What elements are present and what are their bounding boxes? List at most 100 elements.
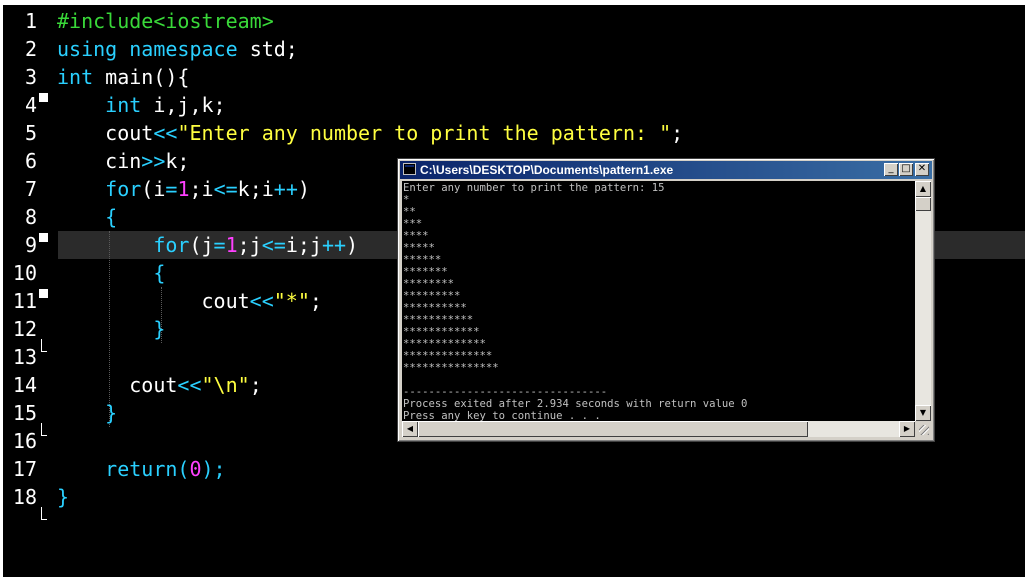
minimize-button[interactable]: _: [884, 163, 898, 176]
console-line: *****: [403, 242, 435, 254]
code-line-15[interactable]: 15 }: [3, 399, 118, 436]
operator: =: [165, 177, 178, 201]
number-literal: 0: [189, 457, 202, 481]
identifier: main(){: [105, 65, 190, 89]
console-separator: --------------------------------: [403, 386, 608, 398]
operator: ++: [321, 233, 347, 257]
horizontal-scrollbar[interactable]: ◀ ▶: [402, 421, 915, 437]
identifier: cout: [105, 121, 154, 145]
console-line: *: [403, 194, 410, 206]
code-line-7[interactable]: 7 for(i=1;i<=k;i++): [3, 175, 310, 203]
code-line-1[interactable]: 1 #include<iostream>: [3, 7, 274, 35]
code-line-18[interactable]: 18}: [3, 483, 70, 520]
punctuation: ): [346, 233, 359, 257]
identifier: k;: [165, 149, 190, 173]
console-line: ****: [403, 230, 429, 242]
code-line-10[interactable]: 10 {: [3, 259, 166, 298]
console-output[interactable]: Enter any number to print the pattern: 1…: [402, 181, 915, 421]
code-line-6[interactable]: 6 cin>>k;: [3, 147, 190, 175]
identifier: i,j,k;: [153, 93, 226, 117]
line-number: 6: [24, 149, 37, 173]
console-line: Enter any number to print the pattern: 1…: [403, 182, 665, 194]
code-line-11[interactable]: 11 cout<<"*";: [3, 287, 322, 315]
console-line: ********: [403, 278, 455, 290]
resize-grip-icon[interactable]: [915, 421, 931, 437]
keyword: for: [105, 177, 142, 201]
console-line: ************: [403, 326, 480, 338]
scroll-down-icon[interactable]: ▼: [915, 405, 931, 421]
line-number: 1: [24, 9, 37, 33]
code-line-13[interactable]: 13: [3, 343, 57, 371]
keyword: namespace: [129, 37, 238, 61]
console-title: C:\Users\DESKTOP\Documents\pattern1.exe: [420, 163, 674, 177]
code-line-17[interactable]: 17 return(0);: [3, 455, 226, 483]
identifier: (i: [141, 177, 166, 201]
code-line-12[interactable]: 12 }: [3, 315, 166, 352]
identifier: ;j: [237, 233, 262, 257]
code-line-14[interactable]: 14 cout<<"\n";: [3, 371, 262, 399]
console-window[interactable]: C:\Users\DESKTOP\Documents\pattern1.exe …: [397, 158, 935, 442]
brace: }: [153, 317, 166, 341]
punctuation: ;: [671, 121, 684, 145]
identifier: (j: [189, 233, 214, 257]
maximize-button[interactable]: □: [899, 163, 913, 176]
string-literal: "Enter any number to print the pattern: …: [177, 121, 672, 145]
identifier: i;j: [285, 233, 322, 257]
brace: {: [153, 261, 166, 285]
line-number: 8: [24, 205, 37, 229]
scroll-up-icon[interactable]: ▲: [915, 181, 931, 197]
operator: ++: [273, 177, 298, 201]
punctuation: );: [201, 457, 226, 481]
identifier: std;: [249, 37, 298, 61]
console-line: **************: [403, 350, 493, 362]
number-literal: 1: [225, 233, 238, 257]
identifier: k;i: [237, 177, 274, 201]
punctuation: ;: [249, 373, 262, 397]
code-line-9[interactable]: 9 for(j=1;j<=i;j++): [3, 231, 358, 259]
string-literal: "\n": [201, 373, 250, 397]
line-number: 9: [24, 233, 37, 257]
console-app-icon[interactable]: [403, 163, 416, 175]
code-line-2[interactable]: 2 using namespace std;: [3, 35, 298, 63]
keyword: int: [105, 93, 142, 117]
identifier: cout: [201, 289, 250, 313]
line-number: 7: [24, 177, 37, 201]
horizontal-scroll-thumb[interactable]: [418, 421, 808, 437]
keyword: for: [153, 233, 190, 257]
number-literal: 1: [177, 177, 190, 201]
operator: <<: [177, 373, 202, 397]
console-line: *************: [403, 338, 486, 350]
vertical-scroll-thumb[interactable]: [915, 197, 931, 211]
scroll-left-icon[interactable]: ◀: [402, 421, 418, 437]
code-line-4[interactable]: 4 int i,j,k;: [3, 91, 226, 119]
brace: }: [105, 401, 118, 425]
line-number: 2: [24, 37, 37, 61]
brace: }: [57, 485, 70, 509]
scroll-right-icon[interactable]: ▶: [899, 421, 915, 437]
identifier: cout: [129, 373, 178, 397]
line-number: 5: [24, 121, 37, 145]
console-line: **: [403, 206, 416, 218]
console-line: ******: [403, 254, 442, 266]
console-line: *******: [403, 266, 448, 278]
line-number: 10: [12, 261, 37, 285]
operator: <<: [249, 289, 274, 313]
code-line-16[interactable]: 16: [3, 427, 57, 455]
close-button[interactable]: ✕: [915, 163, 929, 176]
code-line-8[interactable]: 8 {: [3, 203, 118, 242]
code-line-5[interactable]: 5 cout<<"Enter any number to print the p…: [3, 119, 683, 147]
punctuation: (: [177, 457, 190, 481]
console-line: Process exited after 2.934 seconds with …: [403, 398, 748, 410]
console-line: ***********: [403, 314, 474, 326]
line-number: 12: [12, 317, 37, 341]
operator: >>: [141, 149, 166, 173]
vertical-scrollbar[interactable]: ▲ ▼: [915, 181, 931, 421]
preprocessor-directive: #include<iostream>: [57, 9, 274, 33]
line-number: 14: [12, 373, 37, 397]
brace: {: [105, 205, 118, 229]
code-line-3[interactable]: 3 int main(){: [3, 63, 190, 102]
operator: =: [213, 233, 226, 257]
line-number: 15: [12, 401, 37, 425]
console-titlebar[interactable]: C:\Users\DESKTOP\Documents\pattern1.exe …: [400, 161, 932, 179]
line-number: 11: [12, 289, 37, 313]
